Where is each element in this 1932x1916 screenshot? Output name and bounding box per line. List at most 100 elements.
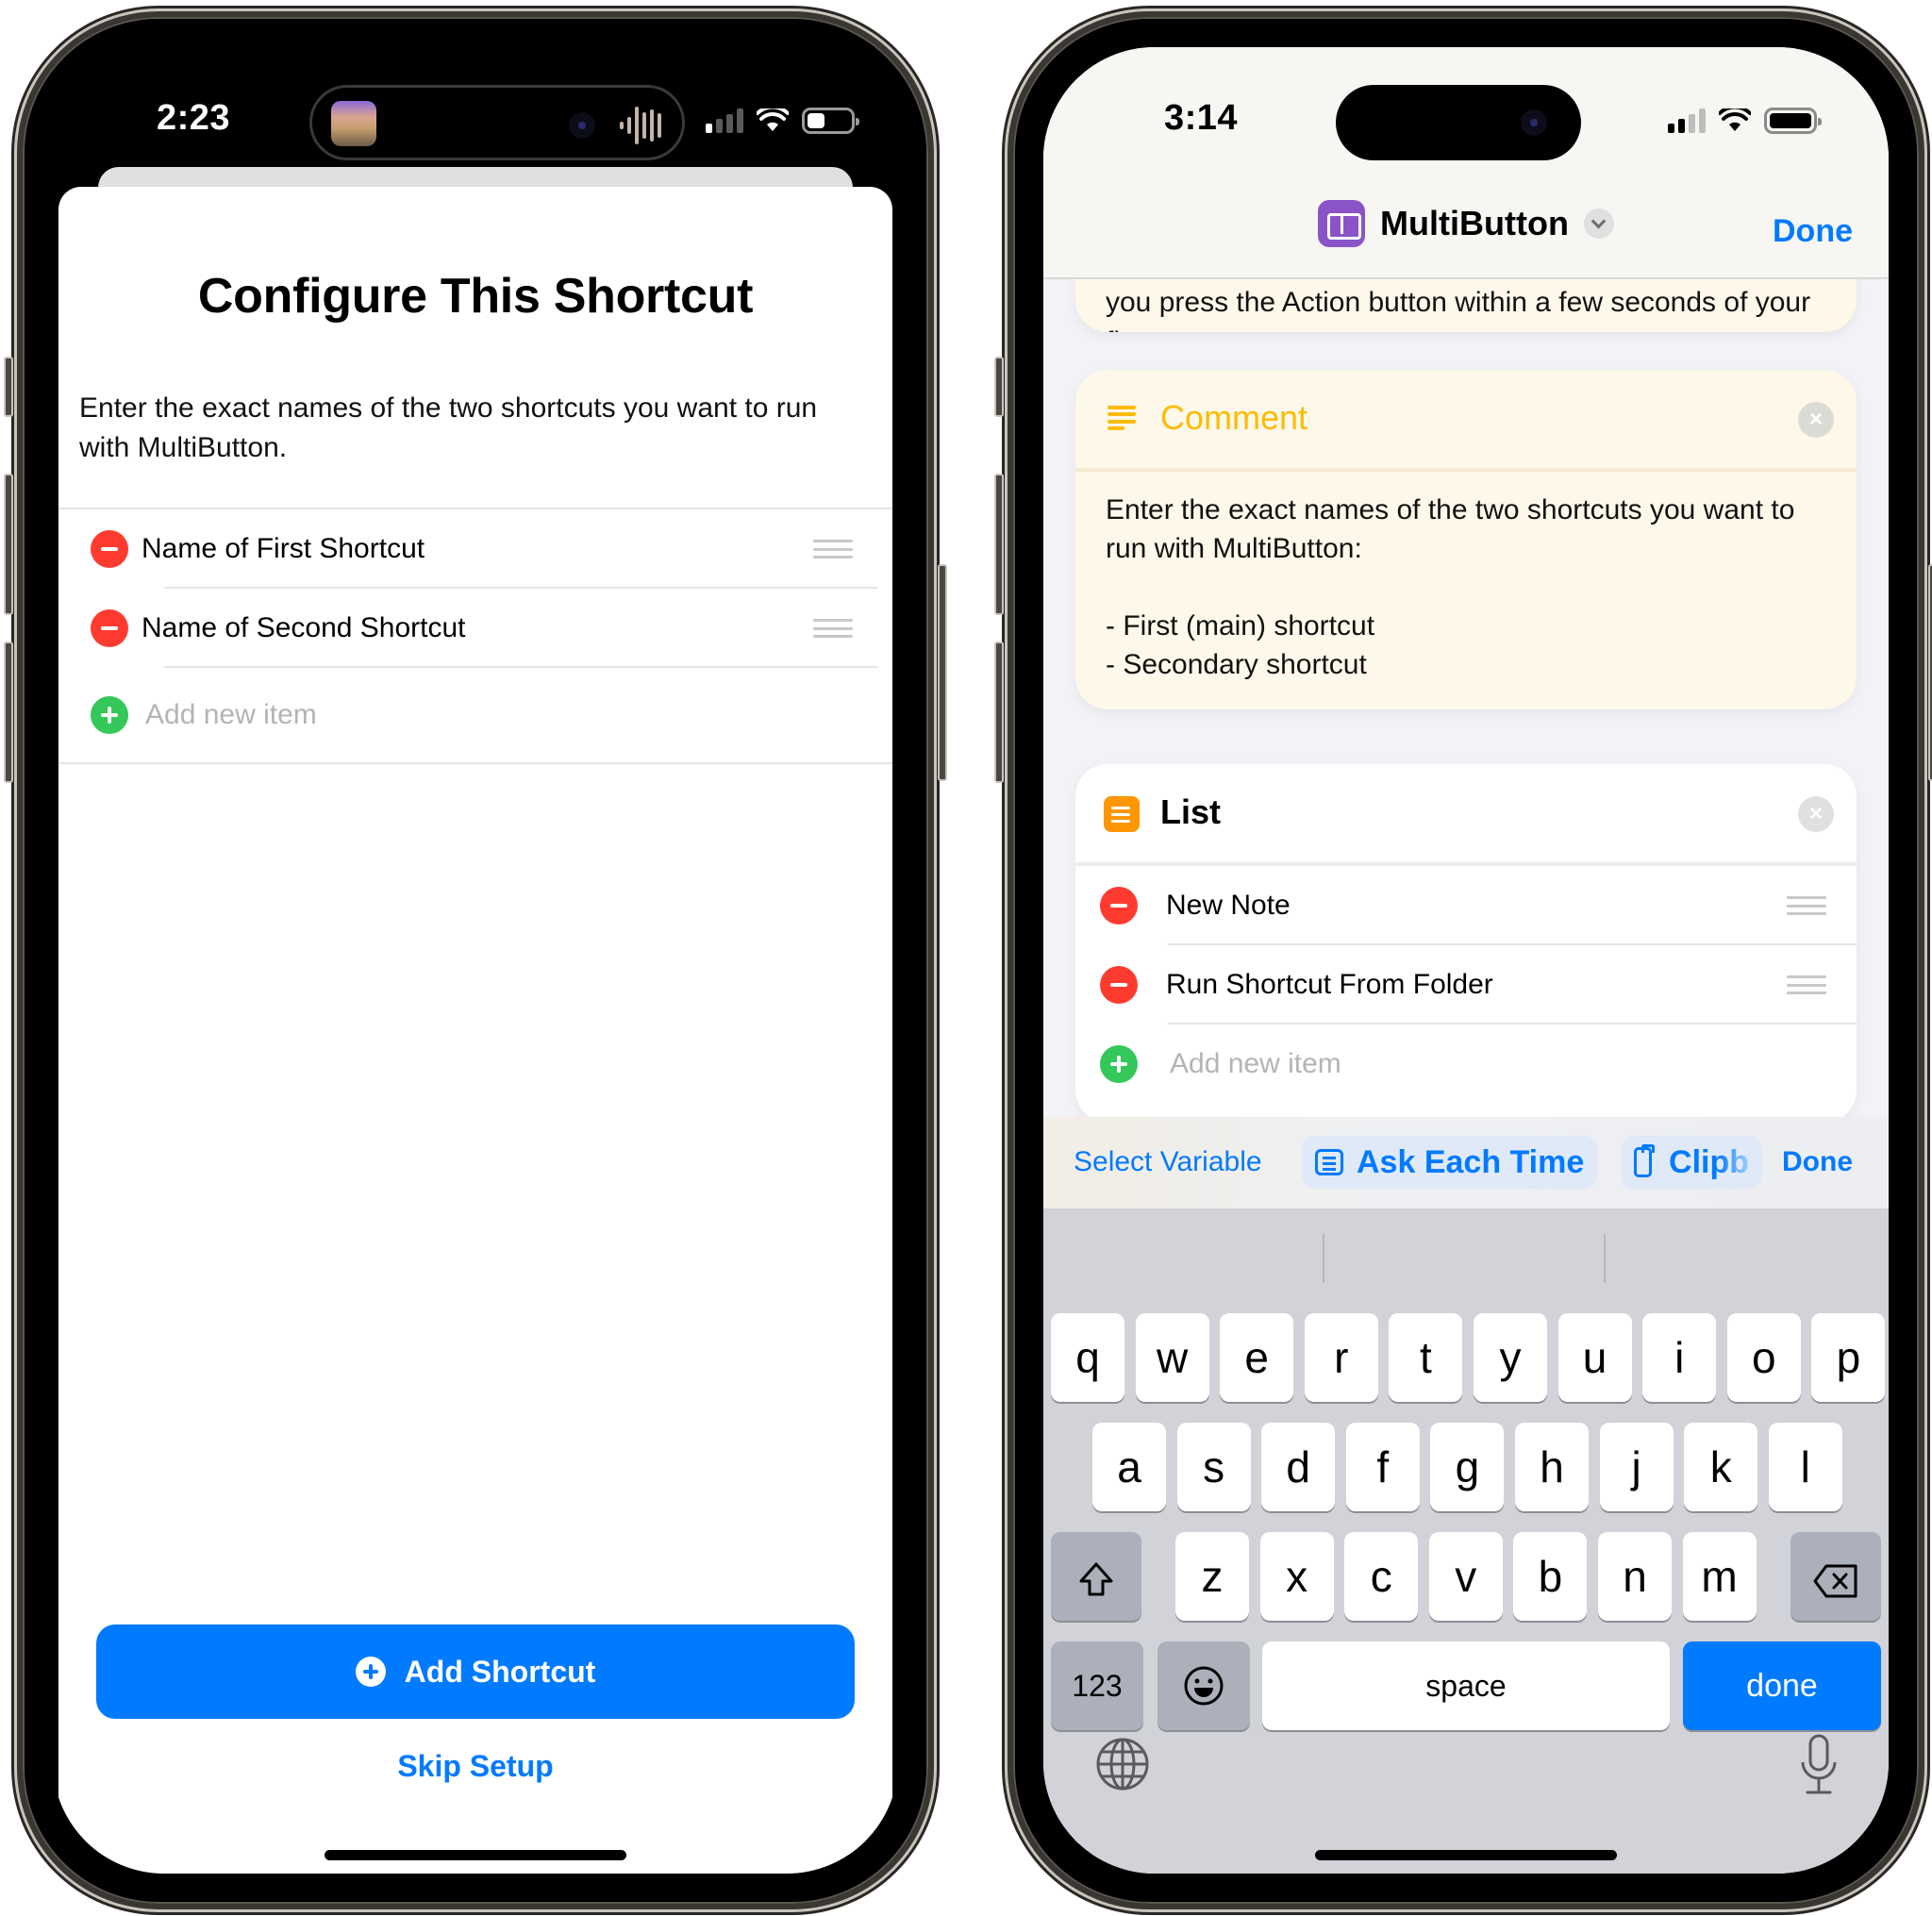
- keyboard: qwertyuiop asdfghjkl zxcvbnm 123 space d…: [1043, 1209, 1889, 1874]
- right-phone-frame: 3:14 MultiButton Done you press the Acti…: [994, 11, 1932, 1909]
- remove-item-button[interactable]: [1100, 887, 1138, 925]
- left-screen: 2:23 Configure This Shortcut Enter the e…: [53, 47, 898, 1874]
- side-button: [1928, 564, 1932, 781]
- add-item-placeholder[interactable]: Add new item: [1170, 1048, 1341, 1080]
- add-item-row[interactable]: Add new item: [58, 668, 892, 762]
- add-item-button[interactable]: [91, 696, 128, 734]
- list-item-label[interactable]: Name of First Shortcut: [142, 533, 425, 565]
- microphone-icon[interactable]: [1800, 1734, 1838, 1796]
- drag-handle-icon[interactable]: [813, 619, 853, 638]
- key-l[interactable]: l: [1768, 1423, 1842, 1511]
- status-bar: 3:14: [1043, 47, 1889, 179]
- right-screen: 3:14 MultiButton Done you press the Acti…: [1043, 47, 1889, 1874]
- key-d[interactable]: d: [1261, 1423, 1336, 1511]
- key-j[interactable]: j: [1599, 1423, 1674, 1511]
- volume-up-button: [994, 474, 1004, 615]
- globe-icon[interactable]: [1094, 1736, 1151, 1792]
- camera-icon: [1521, 109, 1547, 136]
- list-item-label[interactable]: New Note: [1166, 890, 1291, 922]
- accessory-done-button[interactable]: Done: [1782, 1136, 1853, 1189]
- add-shortcut-button[interactable]: Add Shortcut: [96, 1624, 855, 1719]
- shortcut-title[interactable]: MultiButton: [1380, 204, 1569, 243]
- shift-key[interactable]: [1051, 1532, 1141, 1621]
- key-b[interactable]: b: [1513, 1532, 1588, 1621]
- key-t[interactable]: t: [1389, 1313, 1463, 1402]
- remove-item-button[interactable]: [91, 609, 128, 647]
- drag-handle-icon[interactable]: [1787, 896, 1826, 915]
- key-n[interactable]: n: [1598, 1532, 1672, 1621]
- add-item-button[interactable]: [1100, 1045, 1138, 1083]
- status-icons: [1668, 108, 1822, 134]
- speech-bubble-icon: [1315, 1149, 1343, 1175]
- chevron-down-icon[interactable]: [1583, 208, 1614, 239]
- wifi-icon: [757, 108, 789, 131]
- select-variable-button[interactable]: Select Variable: [1074, 1136, 1262, 1189]
- remove-item-button[interactable]: [1100, 966, 1138, 1004]
- wifi-icon: [1719, 108, 1751, 131]
- key-o[interactable]: o: [1726, 1313, 1801, 1402]
- key-a[interactable]: a: [1092, 1423, 1166, 1511]
- remove-action-icon[interactable]: ×: [1798, 796, 1834, 832]
- key-f[interactable]: f: [1345, 1423, 1420, 1511]
- key-v[interactable]: v: [1428, 1532, 1503, 1621]
- key-m[interactable]: m: [1682, 1532, 1757, 1621]
- list-item[interactable]: Run Shortcut From Folder: [1075, 945, 1857, 1025]
- add-item-placeholder[interactable]: Add new item: [145, 699, 317, 731]
- key-i[interactable]: i: [1642, 1313, 1717, 1402]
- key-w[interactable]: w: [1135, 1313, 1209, 1402]
- remove-item-button[interactable]: [91, 530, 128, 568]
- comment-action-card[interactable]: Comment × Enter the exact names of the t…: [1075, 370, 1857, 709]
- key-c[interactable]: c: [1344, 1532, 1419, 1621]
- key-z[interactable]: z: [1175, 1532, 1249, 1621]
- dynamic-island[interactable]: [309, 85, 685, 160]
- skip-setup-link[interactable]: Skip Setup: [58, 1749, 892, 1784]
- waveform-icon: [620, 105, 661, 146]
- home-indicator[interactable]: [1315, 1850, 1617, 1860]
- battery-icon: [1764, 108, 1822, 134]
- key-k[interactable]: k: [1684, 1423, 1758, 1511]
- volume-up-button: [4, 474, 13, 615]
- list-item[interactable]: New Note: [1075, 866, 1857, 945]
- comment-body[interactable]: Enter the exact names of the two shortcu…: [1106, 491, 1830, 684]
- delete-key[interactable]: [1790, 1532, 1881, 1621]
- key-y[interactable]: y: [1474, 1313, 1547, 1402]
- cellular-signal-icon: [706, 108, 743, 133]
- navigation-bar: MultiButton Done: [1043, 179, 1889, 279]
- drag-handle-icon[interactable]: [813, 540, 853, 558]
- battery-icon: [802, 108, 859, 134]
- key-q[interactable]: q: [1051, 1313, 1124, 1402]
- space-key[interactable]: space: [1262, 1641, 1670, 1730]
- ask-each-time-button[interactable]: Ask Each Time: [1302, 1136, 1598, 1189]
- list-item[interactable]: Name of First Shortcut: [58, 509, 892, 589]
- side-button: [938, 564, 947, 781]
- key-h[interactable]: h: [1515, 1423, 1589, 1511]
- list-action-card[interactable]: List × New Note Run Shortcut From Folder: [1075, 764, 1857, 1123]
- predictive-bar[interactable]: [1043, 1209, 1889, 1285]
- remove-action-icon[interactable]: ×: [1798, 402, 1834, 438]
- comment-lines-icon: [1108, 406, 1136, 430]
- card-header: List ×: [1075, 764, 1857, 862]
- key-u[interactable]: u: [1557, 1313, 1632, 1402]
- plus-circle-icon: [355, 1657, 386, 1687]
- shortcut-title-menu[interactable]: MultiButton: [1043, 200, 1889, 247]
- status-time: 2:23: [157, 98, 231, 138]
- add-item-row[interactable]: Add new item: [1075, 1025, 1857, 1104]
- key-x[interactable]: x: [1259, 1532, 1334, 1621]
- key-p[interactable]: p: [1811, 1313, 1886, 1402]
- list-item-label[interactable]: Run Shortcut From Folder: [1166, 969, 1493, 1001]
- key-g[interactable]: g: [1430, 1423, 1505, 1511]
- home-indicator[interactable]: [325, 1850, 626, 1860]
- list-item[interactable]: Name of Second Shortcut: [58, 589, 892, 668]
- volume-down-button: [994, 641, 1004, 783]
- key-s[interactable]: s: [1176, 1423, 1251, 1511]
- key-e[interactable]: e: [1220, 1313, 1294, 1402]
- list-item-label[interactable]: Name of Second Shortcut: [142, 612, 466, 644]
- done-key[interactable]: done: [1683, 1641, 1881, 1730]
- done-button[interactable]: Done: [1773, 213, 1853, 250]
- action-button: [994, 357, 1004, 417]
- key-r[interactable]: r: [1304, 1313, 1378, 1402]
- clipboard-button[interactable]: Clipb: [1621, 1136, 1762, 1189]
- drag-handle-icon[interactable]: [1787, 975, 1826, 994]
- emoji-key[interactable]: [1158, 1641, 1250, 1730]
- numbers-key[interactable]: 123: [1051, 1641, 1143, 1730]
